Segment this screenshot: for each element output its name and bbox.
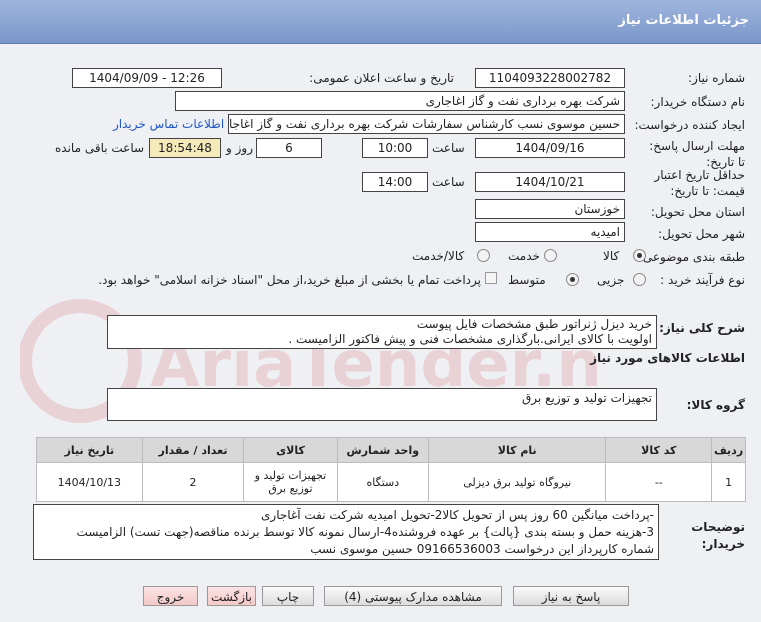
purchase-minor-label: جزیی [597,273,625,287]
subject-goods-radio[interactable] [633,249,646,262]
requester-label: ایجاد کننده درخواست: [634,118,745,132]
need-description-field: خرید دیزل ژنراتور طبق مشخصات فایل پیوست … [107,315,657,349]
col-goods: کالای [243,437,338,463]
remaining-label: ساعت باقی مانده [55,141,145,155]
reply-time-field: 10:00 [362,138,428,158]
contact-buyer-link[interactable]: اطلاعات تماس خریدار [113,117,224,131]
delivery-city-label: شهر محل تحویل: [658,227,745,241]
buyer-notes-line-2: 3-هزینه حمل و بسته بندی {پالت} بر عهده ف… [76,525,654,539]
subject-service-label: خدمت [508,249,540,263]
col-quantity: تعداد / مقدار [141,437,245,463]
treasury-checkbox[interactable] [485,272,497,284]
buyer-org-label: نام دستگاه خریدار: [650,95,746,109]
validity-time-label: ساعت [432,175,465,189]
reply-date-field: 1404/09/16 [475,138,625,158]
requester-field: حسین موسوی نسب کارشناس سفارشات شرکت بهره… [228,114,625,134]
reply-time-label: ساعت [432,141,465,155]
view-attachments-button[interactable]: مشاهده مدارک پیوستی (4) [324,586,502,606]
col-code: کد کالا [605,437,713,463]
reply-button[interactable]: پاسخ به نیاز [513,586,629,606]
need-description-line-1: خرید دیزل ژنراتور طبق مشخصات فایل پیوست [416,317,652,331]
subject-service-radio[interactable] [544,249,557,262]
reply-deadline-label: مهلت ارسال پاسخ: تا تاریخ: [649,139,745,169]
exit-button[interactable]: خروج [143,586,198,606]
goods-table-header: ردیف کد کالا نام کالا واحد شمارش کالای ت… [36,437,746,463]
goods-group-label: گروه کالا: [686,398,745,412]
buyer-notes-line-1: -پرداخت میانگین 60 روز پس از تحویل کالا2… [261,508,654,522]
cell-quantity: 2 [141,462,245,502]
subject-class-label: طبقه بندی موضوعی: [638,250,745,264]
validity-time-field: 14:00 [362,172,428,192]
col-name: نام کالا [427,437,607,463]
page-title: جزئیات اطلاعات نیاز [618,13,749,28]
need-number-field: 1104093228002782 [475,68,625,88]
col-row: ردیف [711,437,746,463]
need-number-label: شماره نیاز: [688,71,745,85]
buyer-org-field: شرکت بهره برداری نفت و گاز اغاجاری [175,91,625,111]
table-row: 1 -- نیروگاه تولید برق دیزلی دستگاه تجهی… [36,462,746,502]
purchase-medium-radio[interactable] [566,273,579,286]
print-button[interactable]: چاپ [262,586,314,606]
and-day-label: روز و [226,141,253,155]
days-field: 6 [256,138,322,158]
announce-datetime-field: 1404/09/09 - 12:26 [72,68,222,88]
buyer-notes-field: -پرداخت میانگین 60 روز پس از تحویل کالا2… [33,504,659,560]
goods-info-heading: اطلاعات کالاهای مورد نیاز [590,351,745,365]
details-panel: AriaTender.neT شماره نیاز: 1104093228002… [0,44,761,622]
remaining-time-field: 18:54:48 [149,138,221,158]
goods-table: ردیف کد کالا نام کالا واحد شمارش کالای ت… [36,437,746,502]
purchase-type-label: نوع فرآیند خرید : [660,273,745,287]
subject-goods-service-radio[interactable] [477,249,490,262]
buyer-notes-line-3: شماره کارپرداز این درخواست 09166536003 ح… [310,542,654,556]
title-bar: جزئیات اطلاعات نیاز [0,0,761,44]
cell-code: -- [605,462,713,502]
need-description-label: شرح کلی نیاز: [659,321,745,335]
purchase-minor-radio[interactable] [633,273,646,286]
announce-datetime-label: تاریخ و ساعت اعلان عمومی: [309,71,454,85]
cell-need-date: 1404/10/13 [36,462,143,502]
subject-goods-service-label: کالا/خدمت [412,249,465,263]
need-description-line-2: اولویت با کالای ایرانی.بارگذاری مشخصات ف… [288,332,652,346]
cell-row: 1 [711,462,746,502]
col-need-date: تاریخ نیاز [36,437,143,463]
purchase-medium-label: متوسط [508,273,546,287]
col-unit: واحد شمارش [336,437,429,463]
back-button[interactable]: بازگشت [207,586,256,606]
delivery-province-label: استان محل تحویل: [650,205,745,219]
subject-goods-label: کالا [603,249,620,263]
cell-unit: دستگاه [336,462,429,502]
cell-name: نیروگاه تولید برق دیزلی [427,462,607,502]
buyer-notes-label: توضیحات خریدار: [691,520,745,551]
goods-group-field: تجهیزات تولید و توزیع برق [107,388,657,421]
payment-note: پرداخت تمام یا بخشی از مبلغ خرید،از محل … [98,273,481,287]
city-field: امیدیه [475,222,625,242]
validity-date-field: 1404/10/21 [475,172,625,192]
min-price-validity-label: حداقل تاریخ اعتبار قیمت: تا تاریخ: [654,168,745,198]
cell-goods: تجهیزات تولید و توزیع برق [243,462,338,502]
province-field: خوزستان [475,199,625,219]
